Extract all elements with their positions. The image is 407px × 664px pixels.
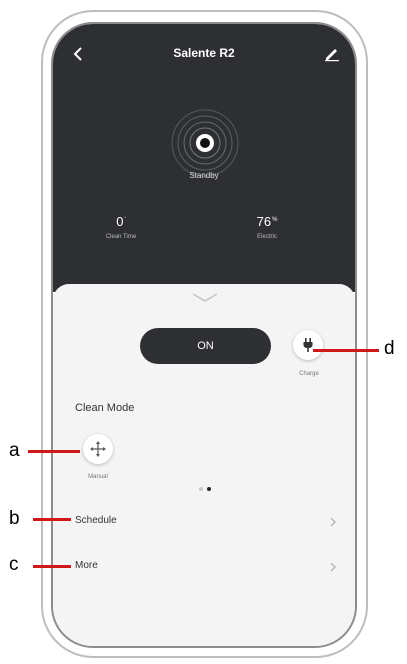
callout-d-line bbox=[313, 349, 379, 352]
page-indicator-dot-active bbox=[207, 487, 211, 491]
page-title: Salente R2 bbox=[173, 46, 235, 60]
callout-c-line bbox=[33, 565, 71, 568]
battery-value: 76% bbox=[256, 214, 278, 229]
callout-a-label: a bbox=[9, 440, 20, 461]
clean-mode-title: Clean Mode bbox=[75, 402, 135, 414]
battery-label: Electric bbox=[257, 234, 277, 240]
clean-time-label: Clean Time bbox=[105, 234, 137, 240]
robot-status-icon bbox=[171, 109, 239, 177]
charge-label: Charge bbox=[299, 371, 319, 377]
device-status-panel: Salente R2 Standby 0' Clean Time 76% Ele… bbox=[53, 24, 355, 292]
callout-b-line bbox=[33, 518, 71, 521]
clean-time-value: 0' bbox=[116, 214, 126, 229]
chevron-right-icon bbox=[330, 517, 336, 527]
callout-b-label: b bbox=[9, 508, 20, 529]
chevron-down-icon[interactable] bbox=[191, 292, 219, 304]
schedule-label: Schedule bbox=[75, 515, 117, 526]
callout-a-line bbox=[28, 450, 80, 453]
status-text: Standby bbox=[189, 171, 219, 180]
clean-time-stat: 0' Clean Time bbox=[81, 214, 161, 240]
move-arrows-icon bbox=[90, 441, 106, 457]
plug-icon bbox=[303, 338, 313, 352]
callout-c-label: c bbox=[9, 554, 19, 575]
page-indicator-dot bbox=[199, 487, 203, 491]
charge-button[interactable] bbox=[293, 330, 323, 360]
battery-stat: 76% Electric bbox=[227, 214, 307, 240]
manual-mode-button[interactable] bbox=[83, 434, 113, 464]
phone-screen: Salente R2 Standby 0' Clean Time 76% Ele… bbox=[51, 22, 357, 648]
power-on-button[interactable]: ON bbox=[140, 328, 271, 364]
more-label: More bbox=[75, 560, 98, 571]
more-row[interactable]: More bbox=[53, 554, 355, 580]
chevron-right-icon bbox=[330, 562, 336, 572]
callout-d-label: d bbox=[384, 338, 395, 359]
manual-mode-label: Manual bbox=[88, 474, 108, 480]
edit-icon[interactable] bbox=[323, 44, 341, 62]
schedule-row[interactable]: Schedule bbox=[53, 509, 355, 535]
